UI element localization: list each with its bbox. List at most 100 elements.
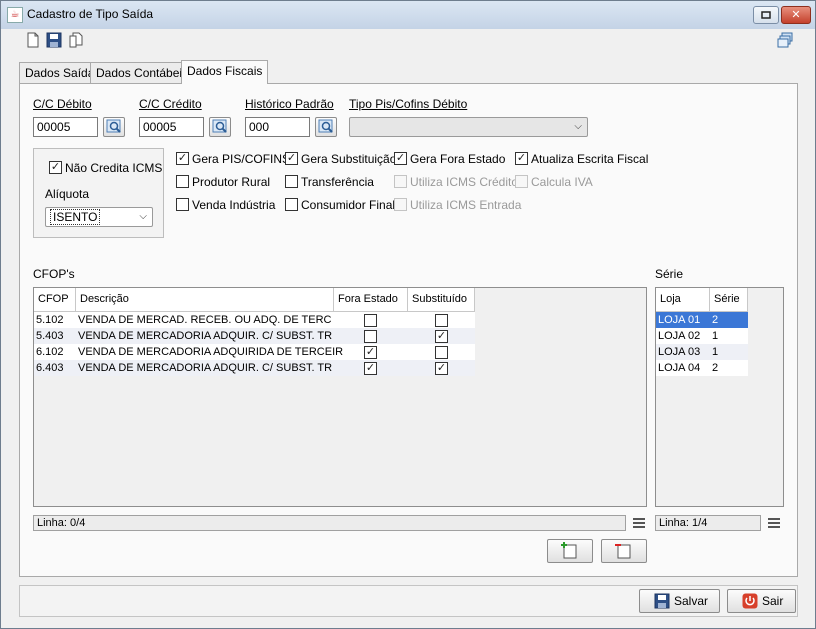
cfops-menu-icon[interactable]	[633, 518, 645, 528]
title-bar[interactable]: ☕ Cadastro de Tipo Saída ✕	[1, 1, 815, 29]
historico-padrao-label: Histórico Padrão	[245, 97, 334, 111]
aliquota-select[interactable]: ISENTO ⌵	[45, 207, 153, 227]
descricao-cell: VENDA DE MERCADORIA ADQUIRIDA DE TERCEIR	[78, 346, 344, 358]
cc-debito-lookup-button[interactable]	[103, 117, 125, 137]
add-row-icon	[561, 542, 577, 559]
salvar-label: Salvar	[674, 594, 709, 608]
substituido-checkbox[interactable]	[435, 314, 448, 327]
salvar-button[interactable]: Salvar	[639, 589, 720, 613]
cascade-windows-icon[interactable]	[777, 32, 793, 48]
restore-icon	[761, 11, 771, 19]
cfops-status: Linha: 0/4	[33, 515, 626, 531]
gera-pis-cofins-checkbox[interactable]: ✓	[176, 152, 189, 165]
restore-button[interactable]	[753, 6, 779, 24]
substituido-checkbox[interactable]	[435, 346, 448, 359]
loja-column-header[interactable]: Loja	[656, 288, 710, 312]
fora-estado-column-header[interactable]: Fora Estado	[334, 288, 408, 312]
descricao-cell: VENDA DE MERCADORIA ADQUIR. C/ SUBST. TR	[78, 330, 333, 342]
substituido-checkbox[interactable]: ✓	[435, 330, 448, 343]
serie-cell: 2	[712, 362, 719, 374]
serie-cell: 1	[712, 330, 719, 342]
tab-dados-fiscais[interactable]: Dados Fiscais	[181, 60, 269, 84]
chevron-down-icon: ⌵	[139, 211, 147, 222]
cc-credito-input[interactable]: 00005	[139, 117, 204, 137]
close-button[interactable]: ✕	[781, 6, 811, 24]
main-window: ☕ Cadastro de Tipo Saída ✕ Dados Saída D…	[0, 0, 816, 629]
add-cfop-button[interactable]	[547, 539, 593, 563]
sair-label: Sair	[762, 594, 784, 608]
save-icon[interactable]	[46, 32, 62, 48]
fora-estado-checkbox[interactable]: ✓	[364, 346, 377, 359]
copy-document-icon[interactable]	[68, 32, 84, 48]
serie-cell: 1	[712, 346, 719, 358]
utiliza-icms-credito-checkbox	[394, 175, 407, 188]
produtor-rural-checkbox[interactable]	[176, 175, 189, 188]
serie-table[interactable]: Loja Série LOJA 01 2 LOJA 02 1 LOJA 03 1…	[655, 287, 784, 507]
substituido-column-header[interactable]: Substituído	[408, 288, 475, 312]
loja-cell: LOJA 04	[658, 362, 701, 374]
cfop-cell: 6.403	[36, 362, 64, 374]
aliquota-value: ISENTO	[50, 209, 101, 225]
consumidor-final-label: Consumidor Final	[301, 198, 396, 212]
calcula-iva-label: Calcula IVA	[531, 175, 593, 189]
transferencia-label: Transferência	[301, 175, 374, 189]
historico-padrao-input[interactable]: 000	[245, 117, 310, 137]
nao-credita-icms-checkbox[interactable]: ✓	[49, 161, 62, 174]
magnifier-icon	[212, 119, 227, 133]
magnifier-icon	[318, 119, 333, 133]
loja-cell: LOJA 02	[658, 330, 701, 342]
tipo-pis-cofins-label: Tipo Pis/Cofins Débito	[349, 97, 468, 111]
consumidor-final-checkbox[interactable]	[285, 198, 298, 211]
tab-dados-saida[interactable]: Dados Saída	[19, 62, 101, 83]
descricao-cell: VENDA DE MERCAD. RECEB. OU ADQ. DE TERC	[78, 314, 332, 326]
gera-substituicao-checkbox[interactable]: ✓	[285, 152, 298, 165]
new-document-icon[interactable]	[25, 32, 41, 48]
cfops-table[interactable]: CFOP Descrição Fora Estado Substituído 5…	[33, 287, 647, 507]
chevron-down-icon: ⌵	[574, 121, 582, 132]
loja-cell: LOJA 01	[658, 314, 701, 326]
descricao-column-header[interactable]: Descrição	[76, 288, 334, 312]
window-title: Cadastro de Tipo Saída	[27, 7, 154, 21]
utiliza-icms-entrada-checkbox	[394, 198, 407, 211]
fora-estado-checkbox[interactable]	[364, 314, 377, 327]
atualiza-escrita-fiscal-checkbox[interactable]: ✓	[515, 152, 528, 165]
loja-cell: LOJA 03	[658, 346, 701, 358]
save-icon	[654, 593, 670, 609]
utiliza-icms-entrada-label: Utiliza ICMS Entrada	[410, 198, 522, 212]
historico-lookup-button[interactable]	[315, 117, 337, 137]
cfop-cell: 5.102	[36, 314, 64, 326]
power-icon	[742, 593, 758, 609]
serie-title: Série	[655, 267, 684, 281]
cfops-title: CFOP's	[33, 267, 75, 281]
close-icon: ✕	[791, 9, 801, 21]
calcula-iva-checkbox	[515, 175, 528, 188]
transferencia-checkbox[interactable]	[285, 175, 298, 188]
cc-debito-label: C/C Débito	[33, 97, 92, 111]
nao-credita-icms-label: Não Credita ICMS	[65, 161, 163, 175]
venda-industria-checkbox[interactable]	[176, 198, 189, 211]
serie-cell: 2	[712, 314, 719, 326]
serie-menu-icon[interactable]	[768, 518, 780, 528]
serie-status: Linha: 1/4	[655, 515, 761, 531]
aliquota-label: Alíquota	[45, 187, 90, 201]
magnifier-icon	[106, 119, 121, 133]
sair-button[interactable]: Sair	[727, 589, 796, 613]
serie-column-header[interactable]: Série	[710, 288, 748, 312]
remove-cfop-button[interactable]	[601, 539, 647, 563]
gera-fora-estado-checkbox[interactable]: ✓	[394, 152, 407, 165]
cc-credito-label: C/C Crédito	[139, 97, 202, 111]
cfop-cell: 5.403	[36, 330, 64, 342]
fora-estado-checkbox[interactable]: ✓	[364, 362, 377, 375]
fora-estado-checkbox[interactable]	[364, 330, 377, 343]
tab-dados-contabeis[interactable]: Dados Contábeis	[90, 62, 195, 83]
cfop-column-header[interactable]: CFOP	[34, 288, 76, 312]
descricao-cell: VENDA DE MERCADORIA ADQUIR. C/ SUBST. TR	[78, 362, 333, 374]
substituido-checkbox[interactable]: ✓	[435, 362, 448, 375]
gera-substituicao-label: Gera Substituição	[301, 152, 397, 166]
produtor-rural-label: Produtor Rural	[192, 175, 271, 189]
venda-industria-label: Venda Indústria	[192, 198, 276, 212]
tipo-pis-cofins-select[interactable]: ⌵	[349, 117, 588, 137]
cc-debito-input[interactable]: 00005	[33, 117, 98, 137]
gera-fora-estado-label: Gera Fora Estado	[410, 152, 506, 166]
cc-credito-lookup-button[interactable]	[209, 117, 231, 137]
